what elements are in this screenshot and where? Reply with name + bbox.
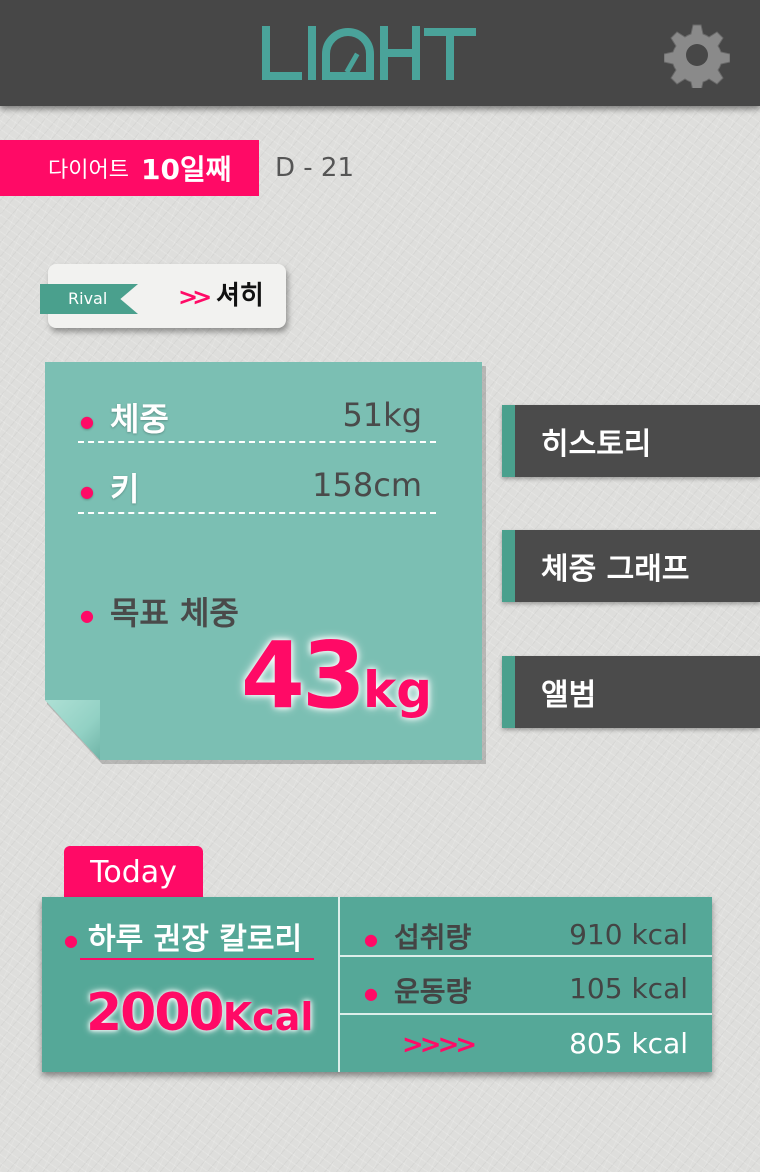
intake-label: 섭취량 [393,921,472,954]
bullet-icon: ● [364,983,378,1003]
exercise-row: ● 운동량 105 kcal [364,968,688,1008]
rival-name[interactable]: 셔히 [216,280,264,312]
bullet-icon: ● [64,931,78,950]
exercise-label: 운동량 [393,975,472,1008]
gear-icon[interactable] [664,22,730,88]
goal-weight-label: 목표 체중 [109,594,239,632]
app-logo [262,26,476,80]
height-row: ● 키 158cm [80,458,436,508]
bullet-icon: ● [80,411,94,431]
d-day-counter: D - 21 [275,153,355,183]
goal-weight-row: ● 목표 체중 [80,588,239,634]
recommended-calorie-row: ● 하루 권장 칼로리 [64,914,302,958]
height-value: 158cm [312,466,422,504]
recommended-calorie-unit: Kcal [222,995,314,1039]
chevrons-icon: >>>> [402,1030,477,1060]
divider [78,441,436,443]
album-button[interactable]: 앨범 [502,656,760,728]
top-bar [0,0,760,106]
divider [340,1013,712,1015]
goal-weight-number: 43 [240,622,366,729]
note-folded-corner [45,700,100,760]
weight-graph-button[interactable]: 체중 그래프 [502,530,760,602]
intake-value: 910 kcal [569,918,688,951]
goal-weight-value: 43kg [241,626,432,752]
recommended-calorie-value: 2000Kcal [86,978,313,1060]
intake-row: ● 섭취량 910 kcal [364,914,688,954]
weight-label: 체중 [109,400,169,438]
diet-day-badge: 다이어트 10일째 [0,140,259,196]
diet-day-count: 10일째 [140,153,232,186]
divider [78,512,436,514]
bullet-icon: ● [80,481,94,501]
bullet-icon: ● [364,929,378,949]
weight-value: 51kg [342,396,422,434]
height-label: 키 [109,470,140,508]
double-chevron-icon: >> [178,283,212,311]
diet-day-prefix: 다이어트 [48,158,129,183]
bullet-icon: ● [80,605,94,625]
divider [338,897,340,1072]
goal-weight-unit: kg [362,661,432,719]
exercise-value: 105 kcal [569,972,688,1005]
history-button[interactable]: 히스토리 [502,405,760,477]
recommended-calorie-label: 하루 권장 칼로리 [87,922,303,957]
underline [80,958,314,960]
today-tab: Today [64,846,203,902]
net-calorie-value: 805 kcal [569,1027,688,1060]
weight-row: ● 체중 51kg [80,388,436,438]
recommended-calorie-number: 2000 [86,983,225,1043]
